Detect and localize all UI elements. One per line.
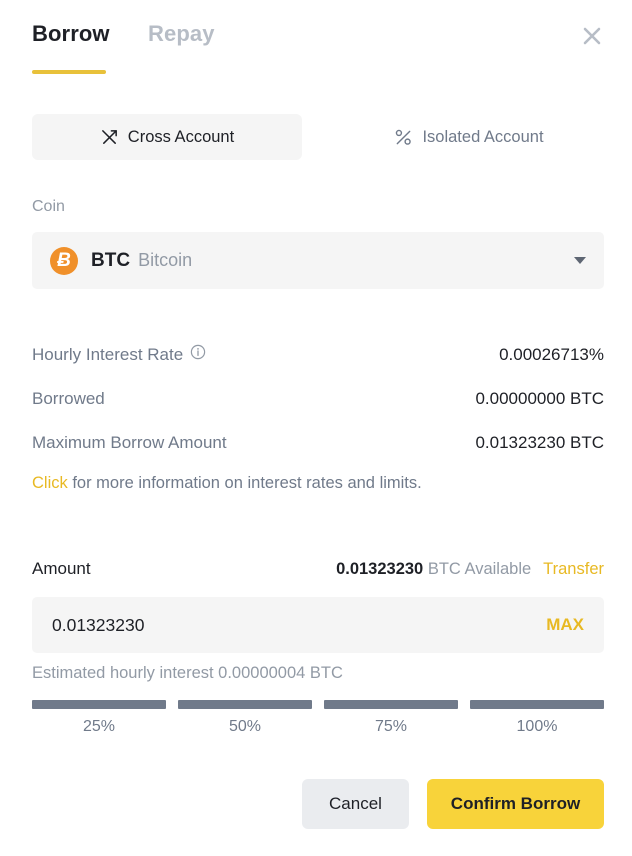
info-label-text: Hourly Interest Rate xyxy=(32,344,184,364)
max-button[interactable]: MAX xyxy=(546,615,584,635)
slider-label: 75% xyxy=(374,718,408,735)
slider-bar xyxy=(178,700,312,709)
tab-repay[interactable]: Repay xyxy=(148,20,215,48)
available-balance: 0.01323230 BTC Available Transfer xyxy=(336,560,604,579)
available-balance-value: 0.01323230 xyxy=(336,560,424,578)
coin-field-label: Coin xyxy=(32,198,65,215)
slider-label: 25% xyxy=(82,718,116,735)
dialog-header: Borrow Repay xyxy=(0,0,632,78)
slider-segment-50[interactable]: 50% xyxy=(178,700,312,736)
confirm-borrow-button[interactable]: Confirm Borrow xyxy=(427,779,604,829)
isolated-account-label: Isolated Account xyxy=(422,127,544,146)
coin-symbol: BTC xyxy=(91,249,131,271)
info-value: 0.01323230 BTC xyxy=(475,432,604,452)
interest-info-hint-text: for more information on interest rates a… xyxy=(67,474,422,492)
cancel-button[interactable]: Cancel xyxy=(302,779,409,829)
coin-name: Bitcoin xyxy=(138,250,193,270)
slider-label: 100% xyxy=(516,718,558,735)
cross-arrows-icon xyxy=(100,128,119,147)
info-label-text: Borrowed xyxy=(32,388,105,408)
slider-segment-75[interactable]: 75% xyxy=(324,700,458,736)
slider-label: 50% xyxy=(228,718,262,735)
available-balance-suffix: BTC Available xyxy=(423,560,532,578)
slider-bar xyxy=(470,700,604,709)
info-label: Borrowed xyxy=(32,389,105,409)
info-value: 0.00026713% xyxy=(499,344,604,364)
account-mode-selector: Cross Account Isolated Account xyxy=(32,114,604,160)
slider-segment-25[interactable]: 25% xyxy=(32,700,166,736)
interest-info-link[interactable]: Click xyxy=(32,474,68,492)
active-tab-underline xyxy=(32,70,106,74)
slider-segment-100[interactable]: 100% xyxy=(470,700,604,736)
info-label: Maximum Borrow Amount xyxy=(32,433,227,453)
info-row-maximum-borrow-amount: Maximum Borrow Amount 0.01323230 BTC xyxy=(32,430,604,455)
cross-account-label: Cross Account xyxy=(127,127,235,146)
tab-borrow[interactable]: Borrow xyxy=(32,20,110,48)
info-row-borrowed: Borrowed 0.00000000 BTC xyxy=(32,386,604,411)
info-label: Hourly Interest Rate xyxy=(32,344,206,365)
cross-account-button[interactable]: Cross Account xyxy=(32,114,302,160)
amount-label: Amount xyxy=(32,559,91,578)
dialog-footer: Cancel Confirm Borrow xyxy=(32,779,604,829)
isolated-account-button[interactable]: Isolated Account xyxy=(334,114,604,160)
slider-bar xyxy=(324,700,458,709)
interest-info-hint: Click for more information on interest r… xyxy=(32,474,604,493)
amount-input[interactable] xyxy=(52,614,547,636)
transfer-link[interactable]: Transfer xyxy=(543,560,604,578)
info-label-text: Maximum Borrow Amount xyxy=(32,432,227,452)
bitcoin-icon: Ƀ xyxy=(50,246,78,275)
loan-info-block: Hourly Interest Rate 0.00026713% Borrowe… xyxy=(32,342,604,493)
close-button[interactable] xyxy=(574,18,610,54)
close-icon xyxy=(583,27,601,45)
percentage-slider: 25% 50% 75% 100% xyxy=(32,700,604,736)
info-row-hourly-interest-rate: Hourly Interest Rate 0.00026713% xyxy=(32,342,604,367)
coin-select[interactable]: Ƀ BTC Bitcoin xyxy=(32,232,604,289)
estimated-hourly-interest: Estimated hourly interest 0.00000004 BTC xyxy=(32,664,343,682)
amount-input-field[interactable]: MAX xyxy=(32,597,604,653)
amount-header: Amount 0.01323230 BTC Available Transfer xyxy=(32,559,604,579)
info-icon[interactable] xyxy=(190,344,206,365)
info-value: 0.00000000 BTC xyxy=(475,388,604,408)
chevron-down-icon xyxy=(574,257,586,264)
slider-bar xyxy=(32,700,166,709)
isolated-percent-icon xyxy=(394,128,413,147)
